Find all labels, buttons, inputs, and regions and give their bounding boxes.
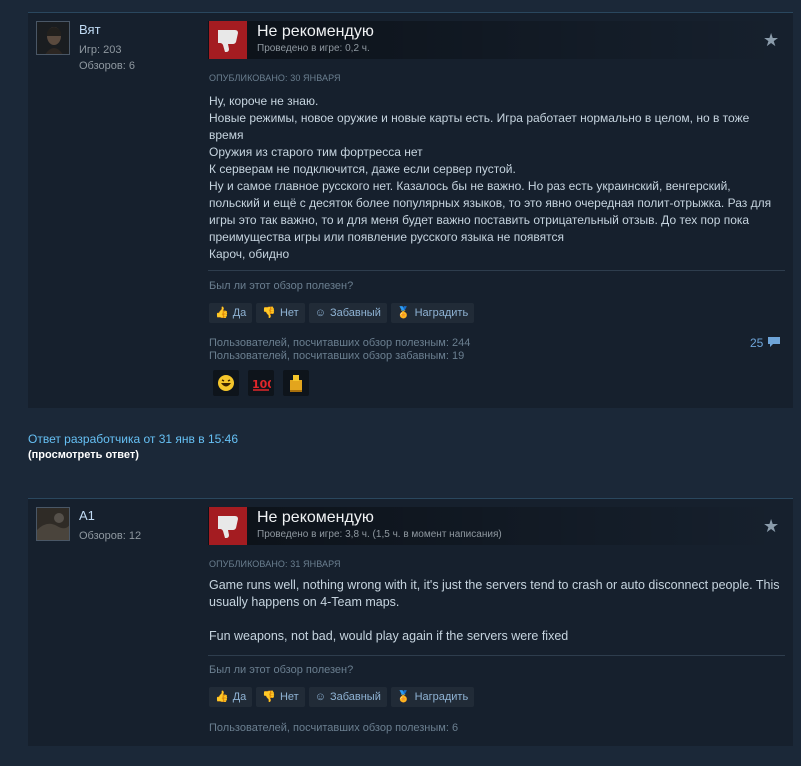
view-response-link[interactable]: (просмотреть ответ) [28, 449, 139, 461]
vote-buttons: 👍 Да 👎 Нет ☺ Забавный 🏅 Наградить [209, 303, 475, 323]
author-reviews-count[interactable]: Обзоров: 6 [79, 60, 135, 72]
review-header[interactable]: Не рекомендую Проведено в игре: 0,2 ч. ★ [208, 21, 779, 59]
divider [208, 655, 785, 656]
review-paragraph: К серверам не подключится, даже если сер… [209, 162, 516, 176]
star-icon[interactable]: ★ [763, 517, 779, 535]
vote-yes-label: Да [232, 691, 247, 703]
review-paragraph: Новые режимы, новое оружие и новые карты… [209, 111, 750, 142]
thumbs-down-icon [209, 507, 247, 545]
author-games-count[interactable]: Игр: 203 [79, 44, 122, 56]
posted-date: ОПУБЛИКОВАНО: 30 ЯНВАРЯ [209, 73, 341, 83]
developer-response-label[interactable]: Ответ разработчика от 31 янв в 15:46 [28, 432, 238, 446]
author-reviews-count[interactable]: Обзоров: 12 [79, 530, 141, 542]
review-paragraph: Ну и самое главное русского нет. Казалос… [209, 179, 772, 244]
review-content: Не рекомендую Проведено в игре: 0,2 ч. ★… [208, 13, 793, 408]
funny-count: Пользователей, посчитавших обзор забавны… [209, 350, 465, 362]
award-button[interactable]: 🏅 Наградить [390, 687, 475, 707]
comments-count: 25 [750, 336, 764, 350]
review-verdict: Не рекомендую [257, 23, 374, 40]
vote-no-label: Нет [279, 691, 299, 703]
vote-buttons: 👍 Да 👎 Нет ☺ Забавный 🏅 Наградить [209, 687, 475, 707]
playtime: Проведено в игре: 0,2 ч. [257, 43, 370, 54]
svg-text:100: 100 [252, 378, 271, 391]
review-text: Ну, короче не знаю. Новые режимы, новое … [209, 93, 784, 263]
award-icon: 🏅 [396, 306, 411, 319]
vote-yes-button[interactable]: 👍 Да [209, 687, 253, 707]
vote-yes-button[interactable]: 👍 Да [209, 303, 253, 323]
review-paragraph: Кароч, обидно [209, 247, 290, 261]
review-header[interactable]: Не рекомендую Проведено в игре: 3,8 ч. (… [208, 507, 779, 545]
author-avatar[interactable] [36, 507, 70, 541]
thumbs-up-icon: 👍 [215, 690, 229, 703]
vote-no-button[interactable]: 👎 Нет [256, 303, 305, 323]
smiley-icon: ☺ [314, 306, 326, 319]
author-name[interactable]: Вят [79, 22, 101, 37]
author-name[interactable]: A1 [79, 508, 95, 523]
review-card: A1 Обзоров: 12 Не рекомендую Проведено в… [28, 498, 793, 746]
helpful-count: Пользователей, посчитавших обзор полезны… [209, 722, 459, 734]
review-paragraph: Game runs well, nothing wrong with it, i… [209, 578, 780, 609]
vote-no-label: Нет [279, 307, 299, 319]
thumbs-down-icon [209, 21, 247, 59]
review-verdict: Не рекомендую [257, 509, 374, 526]
review-card: Вят Игр: 203 Обзоров: 6 Не рекомендую Пр… [28, 12, 793, 408]
helpful-question: Был ли этот обзор полезен? [209, 280, 354, 292]
award-icon: 🏅 [396, 690, 411, 703]
award-label: Наградить [414, 307, 469, 319]
helpful-count: Пользователей, посчитавших обзор полезны… [209, 337, 471, 349]
vote-funny-button[interactable]: ☺ Забавный [308, 687, 387, 707]
review-text: Game runs well, nothing wrong with it, i… [209, 577, 784, 645]
award-button[interactable]: 🏅 Наградить [390, 303, 475, 323]
thumbs-up-icon: 👍 [215, 306, 229, 319]
laughing-face-icon[interactable] [213, 370, 239, 396]
thumbs-down-icon: 👎 [262, 690, 276, 703]
review-paragraph: Fun weapons, not bad, would play again i… [209, 629, 569, 643]
hundred-points-icon[interactable]: 100 [248, 370, 274, 396]
comment-icon [767, 336, 781, 350]
divider [208, 270, 785, 271]
review-paragraph: Ну, короче не знаю. [209, 94, 319, 108]
author-avatar[interactable] [36, 21, 70, 55]
vote-funny-label: Забавный [329, 307, 381, 319]
gold-trophy-icon[interactable] [283, 370, 309, 396]
vote-funny-label: Забавный [329, 691, 381, 703]
comments-link[interactable]: 25 [750, 336, 781, 350]
vote-no-button[interactable]: 👎 Нет [256, 687, 305, 707]
posted-date: ОПУБЛИКОВАНО: 31 ЯНВАРЯ [209, 559, 341, 569]
star-icon[interactable]: ★ [763, 31, 779, 49]
thumbs-down-icon: 👎 [262, 306, 276, 319]
review-paragraph: Оружия из старого тим фортресса нет [209, 145, 423, 159]
vote-funny-button[interactable]: ☺ Забавный [308, 303, 387, 323]
helpful-question: Был ли этот обзор полезен? [209, 664, 354, 676]
smiley-icon: ☺ [314, 690, 326, 703]
playtime: Проведено в игре: 3,8 ч. (1,5 ч. в момен… [257, 529, 502, 540]
review-content: Не рекомендую Проведено в игре: 3,8 ч. (… [208, 499, 793, 746]
award-label: Наградить [414, 691, 469, 703]
vote-yes-label: Да [232, 307, 247, 319]
